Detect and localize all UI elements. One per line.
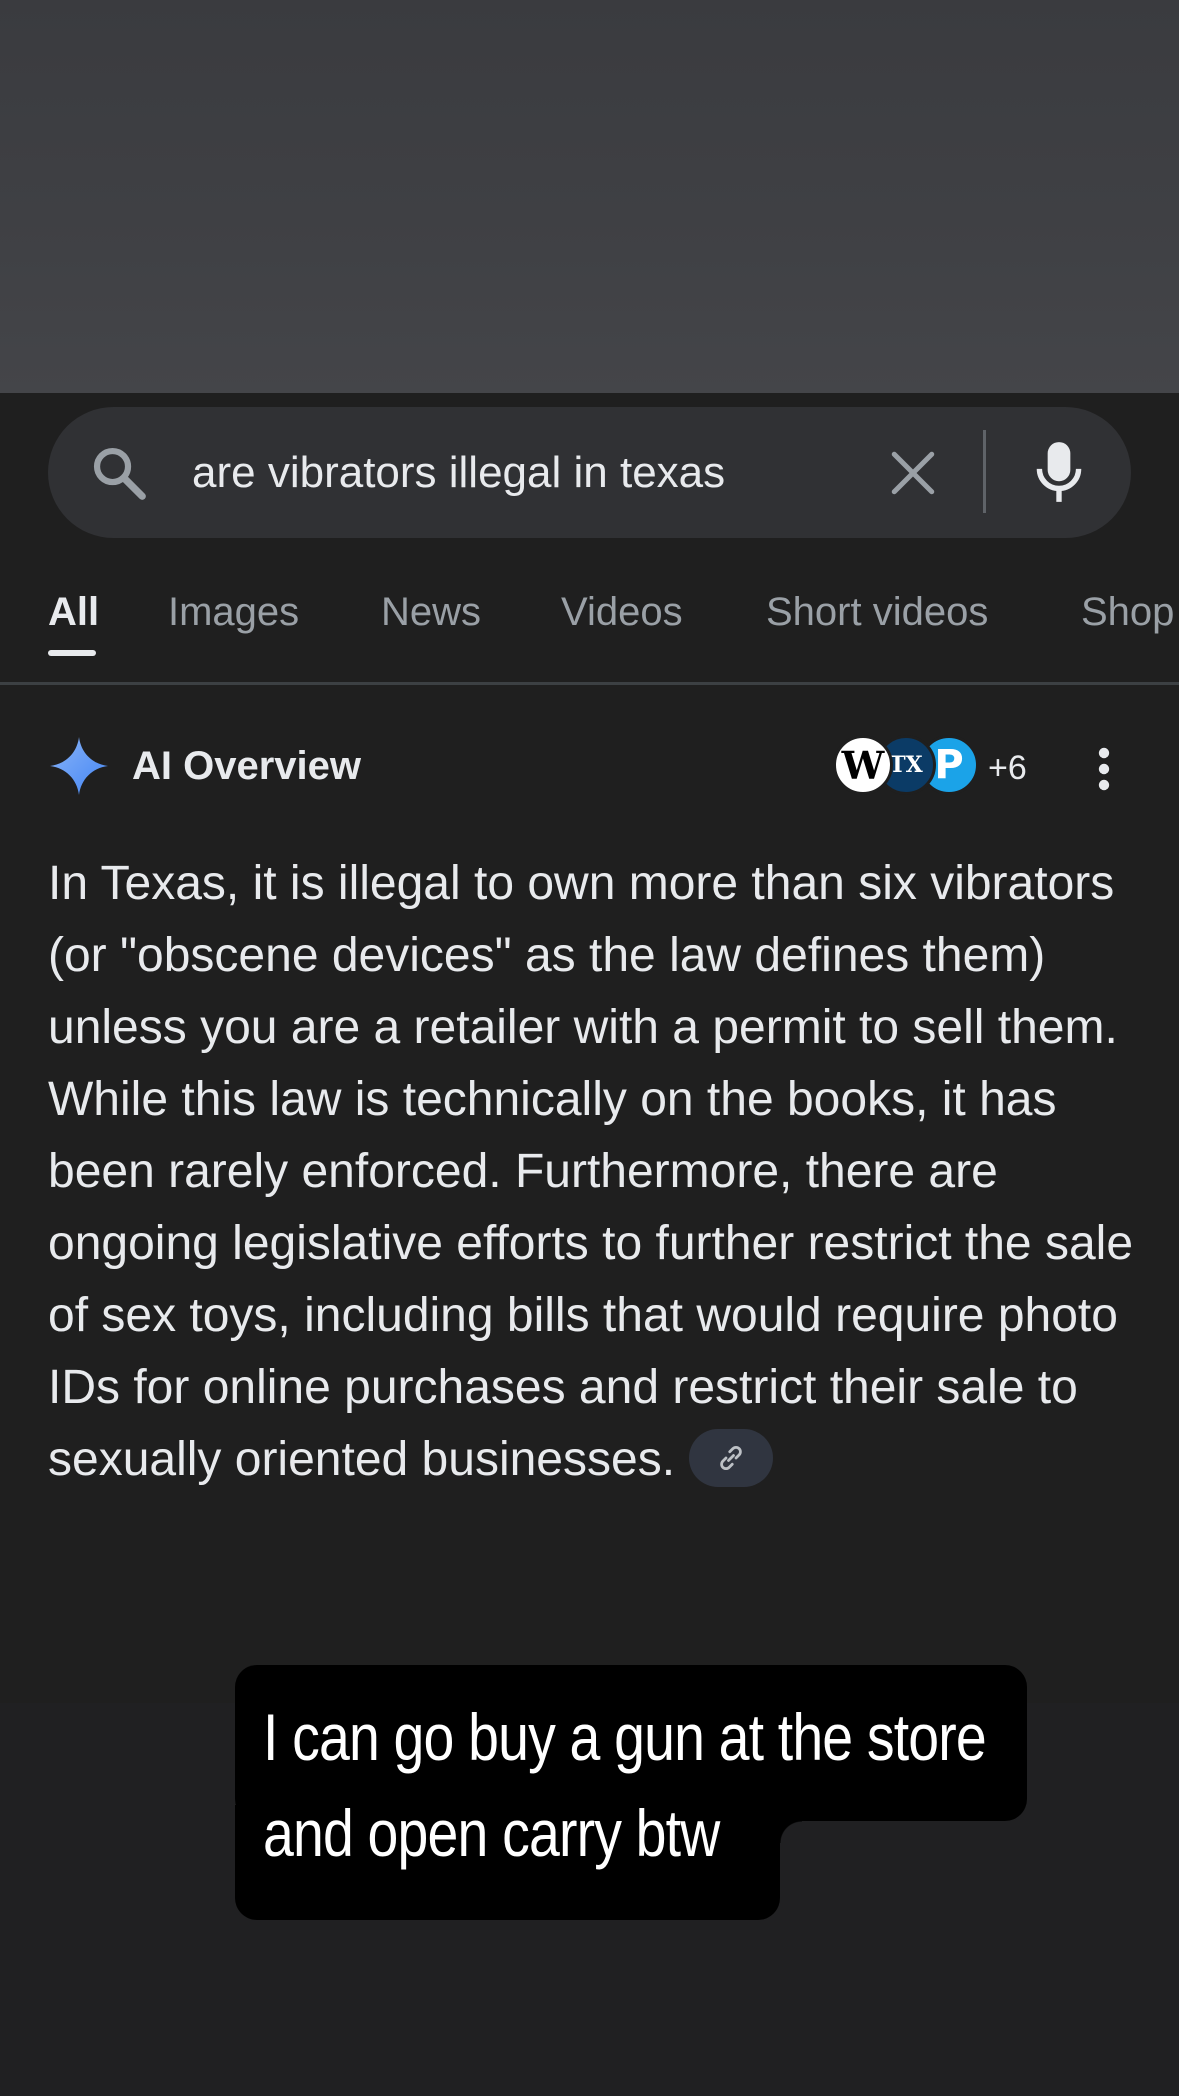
- close-icon[interactable]: [888, 448, 938, 498]
- search-bar-divider: [983, 430, 986, 513]
- caption-line2: and open carry btw: [263, 1796, 720, 1870]
- source-favicon-wikipedia[interactable]: W: [833, 735, 893, 795]
- tab-shop[interactable]: Shop: [1081, 588, 1174, 636]
- search-icon[interactable]: [88, 442, 150, 504]
- search-tabs: All Images News Videos Short videos Shop: [0, 580, 1179, 670]
- caption-bubble-corner: [780, 1821, 802, 1843]
- tab-videos[interactable]: Videos: [561, 588, 683, 636]
- tab-images[interactable]: Images: [168, 588, 299, 636]
- ai-overview-title: AI Overview: [132, 744, 362, 788]
- tab-active-indicator: [48, 650, 96, 656]
- ai-overview-body: In Texas, it is illegal to own more than…: [48, 848, 1148, 1496]
- tabs-divider: [0, 682, 1179, 685]
- microphone-icon[interactable]: [1034, 440, 1084, 506]
- source-count[interactable]: +6: [988, 748, 1027, 788]
- tab-short-videos[interactable]: Short videos: [766, 588, 988, 636]
- search-input[interactable]: are vibrators illegal in texas: [192, 448, 725, 498]
- link-icon: [720, 1446, 742, 1471]
- caption-line1: I can go buy a gun at the store: [263, 1700, 987, 1774]
- gemini-sparkle-icon: [50, 737, 108, 795]
- story-background-top: [0, 0, 1179, 393]
- tab-all[interactable]: All: [48, 588, 99, 636]
- ai-overview-text: In Texas, it is illegal to own more than…: [48, 857, 1134, 1486]
- tab-news[interactable]: News: [381, 588, 481, 636]
- link-button[interactable]: [689, 1429, 774, 1488]
- more-vertical-icon[interactable]: [1090, 745, 1118, 793]
